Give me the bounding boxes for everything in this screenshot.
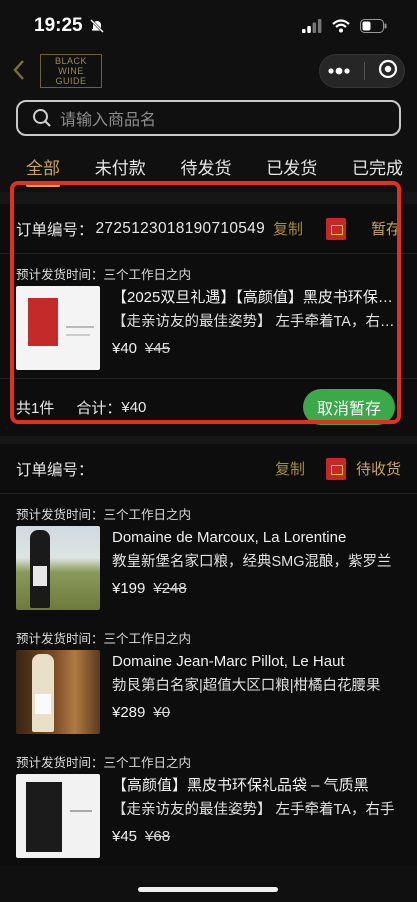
wifi-icon [332, 19, 350, 33]
order-status: 待收货 [356, 461, 402, 478]
product-image [16, 774, 100, 858]
item-title: 【2025双旦礼遇】【高颜值】黑皮书环保礼品袋 [112, 289, 401, 306]
original-price: ¥0 [153, 704, 171, 721]
bottle-label-graphic [35, 694, 51, 714]
logo-line: GUIDE [55, 76, 87, 86]
bell-muted-icon [89, 19, 104, 33]
shipping-eta: 预计发货时间：三个工作日之内 [16, 268, 192, 282]
item-subtitle: 教皇新堡名家口粮，经典SMG混酿，紫罗兰 [112, 554, 392, 570]
tab-all[interactable]: 全部 [26, 154, 60, 192]
order-item[interactable]: Domaine de Marcoux, La Lorentine 教皇新堡名家口… [0, 526, 417, 618]
graphic-line [66, 326, 94, 328]
original-price: ¥45 [145, 340, 171, 357]
item-subtitle: 勃艮第白名家|超值大区口粮|柑橘白花腰果 [112, 678, 381, 694]
sale-price: ¥199 [112, 580, 146, 597]
red-envelope-icon [326, 458, 346, 480]
shipping-eta: 预计发货时间：三个工作日之内 [16, 632, 192, 646]
product-image [16, 526, 100, 610]
search-icon [33, 109, 51, 127]
capsule-divider [363, 62, 365, 80]
wine-bottle-graphic [32, 654, 54, 732]
item-subtitle: 【走亲访友的最佳姿势】 左手牵着TA，右手 [112, 802, 395, 818]
sale-price: ¥40 [112, 340, 138, 357]
item-info: Domaine Jean-Marc Pillot, Le Haut 勃艮第白名家… [112, 650, 401, 742]
item-title: Domaine Jean-Marc Pillot, Le Haut [112, 653, 345, 670]
section-gap [0, 192, 417, 204]
logo-line: BLACK [54, 56, 87, 66]
section-gap [0, 436, 417, 444]
order-card: 订单编号： 2725123018190710549 复制 暂存 预计发货时间：三… [0, 204, 417, 436]
order-number-label: 订单编号： [16, 461, 94, 479]
item-count: 共1件 [16, 400, 55, 417]
tab-unpaid[interactable]: 未付款 [95, 154, 146, 192]
tab-completed[interactable]: 已完成 [352, 154, 403, 192]
battery-icon [360, 19, 387, 33]
item-price: ¥199 ¥248 [112, 576, 401, 602]
sale-price: ¥45 [112, 828, 138, 845]
item-info: 【2025双旦礼遇】【高颜值】黑皮书环保礼品袋 【走亲访友的最佳姿势】 左手牵着… [112, 286, 401, 378]
order-header: 订单编号： 复制 待收货 [0, 444, 417, 494]
bottle-label-graphic [33, 566, 47, 586]
order-summary: 共1件 合计： ¥40 取消暂存 [0, 378, 417, 436]
logo-line: WINE [58, 66, 84, 76]
product-image [16, 286, 100, 370]
original-price: ¥248 [153, 580, 187, 597]
nav-bar: BLACK WINE GUIDE [0, 52, 417, 92]
order-item[interactable]: Domaine Jean-Marc Pillot, Le Haut 勃艮第白名家… [0, 650, 417, 742]
brand-logo: BLACK WINE GUIDE [40, 54, 102, 88]
order-item[interactable]: 【2025双旦礼遇】【高颜值】黑皮书环保礼品袋 【走亲访友的最佳姿势】 左手牵着… [0, 286, 417, 378]
gift-bag-graphic [26, 782, 62, 852]
graphic-line [66, 334, 90, 336]
mini-program-capsule [319, 54, 405, 88]
red-envelope-icon [326, 218, 346, 240]
item-price: ¥45 ¥68 [112, 824, 401, 850]
copy-button[interactable]: 复制 [273, 218, 303, 239]
item-subtitle: 【走亲访友的最佳姿势】 左手牵着TA，右手提着礼物 [112, 314, 401, 330]
order-number: 2725123018190710549 [95, 219, 266, 237]
shipping-eta: 预计发货时间：三个工作日之内 [16, 508, 192, 522]
status-bar: 19:25 [0, 0, 417, 52]
gift-bag-graphic [28, 298, 58, 346]
total-label: 合计： [76, 400, 122, 417]
search-bar[interactable]: 请输入商品名 [16, 100, 401, 136]
cancel-hold-button[interactable]: 取消暂存 [302, 389, 395, 425]
order-number-label: 订单编号： [16, 221, 94, 239]
order-tabs: 全部 未付款 待发货 已发货 已完成 [0, 154, 417, 192]
search-input[interactable]: 请输入商品名 [60, 106, 156, 130]
cellular-signal-icon [302, 19, 322, 33]
product-image [16, 650, 100, 734]
order-status: 暂存 [371, 221, 402, 238]
order-card: 订单编号： 复制 待收货 预计发货时间：三个工作日之内 Domaine de M… [0, 444, 417, 866]
item-info: 【高颜值】黑皮书环保礼品袋 – 气质黑 【走亲访友的最佳姿势】 左手牵着TA，右… [112, 774, 401, 866]
status-time: 19:25 [34, 15, 105, 37]
shipping-eta: 预计发货时间：三个工作日之内 [16, 756, 192, 770]
sale-price: ¥289 [112, 704, 146, 721]
chevron-left-icon [13, 60, 24, 80]
clock-text: 19:25 [34, 15, 83, 36]
order-item[interactable]: 【高颜值】黑皮书环保礼品袋 – 气质黑 【走亲访友的最佳姿势】 左手牵着TA，右… [0, 774, 417, 866]
item-price: ¥289 ¥0 [112, 700, 401, 726]
close-mini-program-button[interactable] [378, 59, 398, 84]
target-close-icon [378, 59, 397, 78]
graphic-line [70, 810, 92, 812]
home-indicator [138, 887, 278, 892]
total-amount: ¥40 [121, 399, 147, 416]
back-button[interactable] [12, 58, 26, 87]
copy-button[interactable]: 复制 [275, 458, 305, 479]
more-dots-icon [327, 67, 350, 75]
item-title: 【高颜值】黑皮书环保礼品袋 – 气质黑 [112, 777, 369, 794]
tab-to-ship[interactable]: 待发货 [181, 154, 232, 192]
more-menu-button[interactable] [327, 62, 351, 80]
item-title: Domaine de Marcoux, La Lorentine [112, 529, 347, 546]
item-info: Domaine de Marcoux, La Lorentine 教皇新堡名家口… [112, 526, 401, 618]
original-price: ¥68 [145, 828, 171, 845]
order-header: 订单编号： 2725123018190710549 复制 暂存 [0, 204, 417, 254]
status-icons [302, 19, 387, 33]
item-price: ¥40 ¥45 [112, 336, 401, 362]
tab-shipped[interactable]: 已发货 [266, 154, 317, 192]
